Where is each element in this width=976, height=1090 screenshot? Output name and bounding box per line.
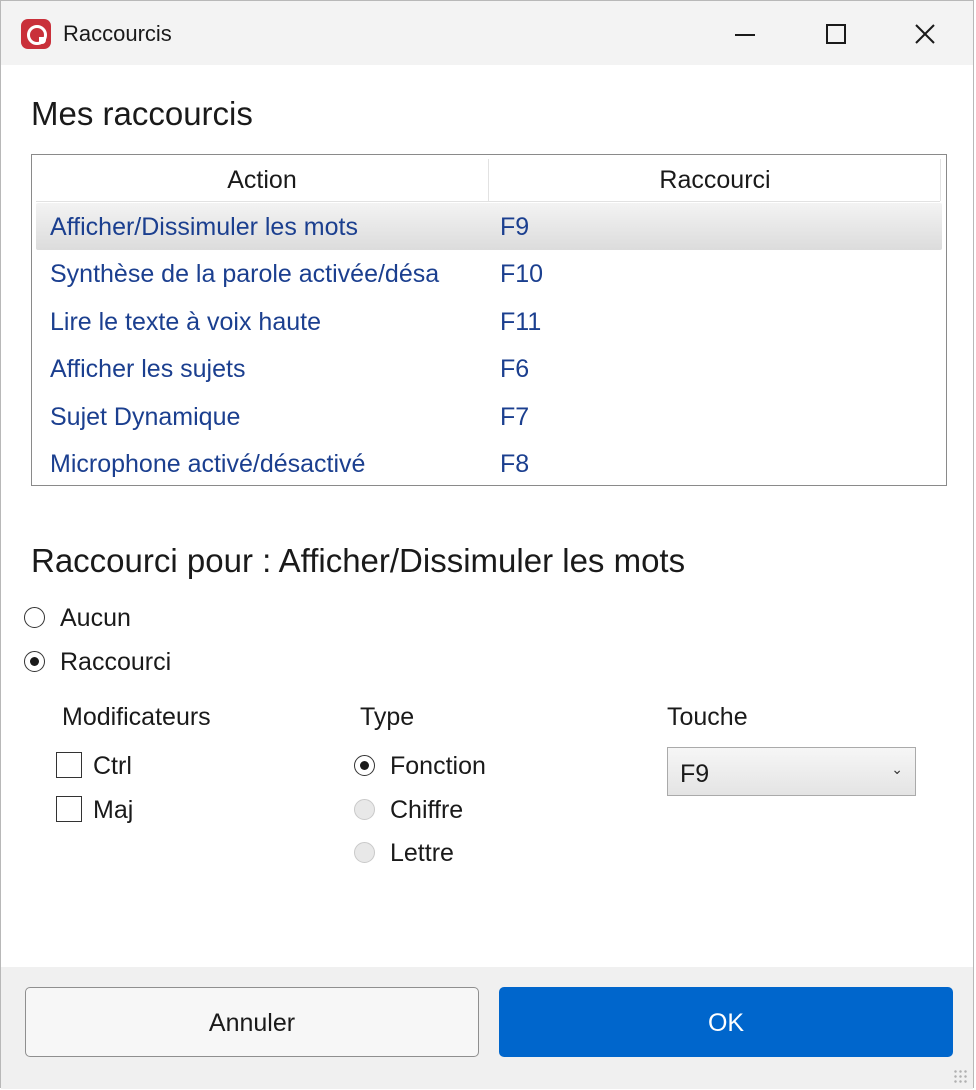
maj-checkbox[interactable] — [56, 796, 82, 822]
close-button[interactable] — [885, 1, 965, 65]
row-shortcut: F6 — [500, 355, 530, 384]
shortcuts-heading: Mes raccourcis — [31, 95, 253, 132]
minimize-button[interactable] — [705, 1, 785, 65]
row-shortcut: F9 — [500, 213, 530, 241]
mode-none-radio[interactable] — [24, 607, 45, 628]
key-select-value: F9 — [680, 760, 710, 788]
maximize-button[interactable] — [795, 1, 875, 65]
modifiers-label: Modificateurs — [62, 703, 211, 731]
window-title: Raccourcis — [63, 21, 172, 46]
row-action: Lire le texte à voix haute — [50, 307, 321, 336]
resize-grip-icon[interactable] — [953, 1069, 967, 1083]
row-action: Sujet Dynamique — [50, 402, 241, 431]
maj-label[interactable]: Maj — [93, 796, 133, 825]
row-action: Afficher les sujets — [50, 355, 246, 384]
type-function-radio[interactable] — [354, 755, 375, 776]
table-row[interactable]: Synthèse de la parole activée/désa F10 — [32, 250, 946, 297]
mode-none-label[interactable]: Aucun — [60, 604, 131, 633]
ctrl-label[interactable]: Ctrl — [93, 752, 132, 781]
type-letter-label[interactable]: Lettre — [390, 839, 454, 868]
cancel-button[interactable]: Annuler — [25, 987, 479, 1057]
row-shortcut: F8 — [500, 449, 530, 478]
row-shortcut: F7 — [500, 402, 530, 431]
type-digit-label[interactable]: Chiffre — [390, 796, 463, 825]
column-header-action[interactable]: Action — [36, 159, 489, 201]
table-row[interactable]: Afficher les sujets F6 — [32, 345, 946, 392]
app-logo-icon — [21, 19, 51, 49]
row-action: Microphone activé/désactivé — [50, 449, 366, 478]
shortcuts-table[interactable]: Action Raccourci Afficher/Dissimuler les… — [31, 154, 947, 486]
mode-shortcut-radio[interactable] — [24, 651, 45, 672]
key-label: Touche — [667, 703, 748, 731]
table-row[interactable]: Microphone activé/désactivé F8 — [32, 440, 946, 487]
key-select[interactable]: F9 ⌄ — [667, 747, 916, 796]
table-body: Afficher/Dissimuler les mots F9 Synthèse d… — [32, 203, 946, 487]
table-row[interactable]: Sujet Dynamique F7 — [32, 393, 946, 440]
dialog-footer: Annuler OK — [1, 967, 973, 1089]
type-letter-radio[interactable] — [354, 842, 375, 863]
shortcut-editor-heading: Raccourci pour : Afficher/Dissimuler les… — [31, 542, 686, 579]
type-function-label[interactable]: Fonction — [390, 752, 486, 781]
column-header-shortcut[interactable]: Raccourci — [490, 159, 941, 201]
table-header: Action Raccourci — [36, 159, 941, 202]
chevron-down-icon: ⌄ — [891, 761, 903, 777]
row-shortcut: F10 — [500, 260, 544, 289]
row-action: Afficher/Dissimuler les mots — [50, 213, 358, 241]
ctrl-checkbox[interactable] — [56, 752, 82, 778]
row-shortcut: F11 — [500, 307, 542, 336]
table-row[interactable]: Afficher/Dissimuler les mots F9 — [36, 203, 942, 251]
title-bar: Raccourcis — [1, 1, 973, 65]
table-row[interactable]: Lire le texte à voix haute F11 — [32, 298, 946, 345]
close-icon — [915, 24, 935, 44]
shortcuts-dialog: Raccourcis Mes raccourcis Action Raccour… — [0, 0, 974, 1089]
mode-shortcut-label[interactable]: Raccourci — [60, 648, 171, 677]
row-action: Synthèse de la parole activée/désa — [50, 260, 440, 289]
type-label: Type — [360, 703, 415, 731]
ok-button[interactable]: OK — [499, 987, 953, 1057]
type-digit-radio[interactable] — [354, 799, 375, 820]
